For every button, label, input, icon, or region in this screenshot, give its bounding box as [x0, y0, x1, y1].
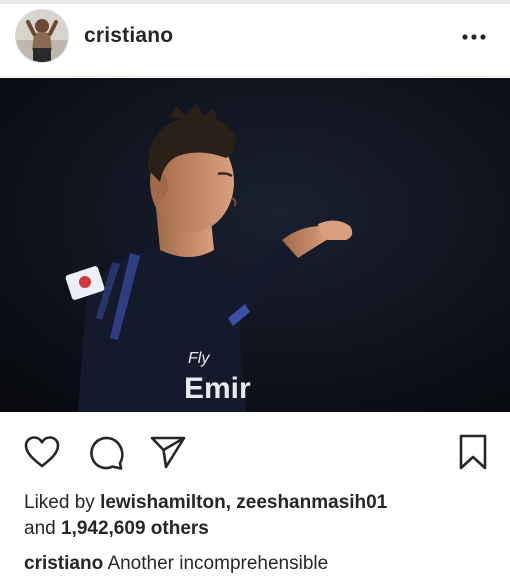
likes-conjunction: and — [24, 518, 56, 539]
caption-username[interactable]: cristiano — [24, 553, 103, 574]
likes-prefix: Liked by — [24, 492, 95, 513]
jersey-sponsor: Emir — [184, 372, 251, 405]
likes-count[interactable]: 1,942,609 others — [61, 518, 209, 539]
share-button[interactable] — [148, 432, 188, 472]
heart-icon — [24, 436, 60, 468]
more-horizontal-icon — [462, 34, 486, 40]
like-button[interactable] — [22, 432, 62, 472]
send-icon — [150, 436, 186, 469]
post-image[interactable]: Fly Emir — [0, 78, 510, 412]
caption-text: Another incomprehensible — [107, 553, 329, 574]
more-options-button[interactable] — [456, 26, 492, 48]
comment-button[interactable] — [86, 432, 126, 472]
profile-photo — [16, 10, 68, 62]
likes-summary: Liked by lewishamilton, zeeshanmasih01 a… — [24, 490, 494, 542]
bookmark-icon — [459, 434, 487, 470]
post-header: cristiano — [0, 4, 510, 74]
action-bar — [0, 420, 510, 480]
post-photo: Fly Emir — [0, 78, 510, 412]
post-username[interactable]: cristiano — [84, 24, 173, 48]
save-button[interactable] — [453, 432, 493, 472]
header-divider — [0, 76, 510, 77]
liked-by-users[interactable]: lewishamilton, zeeshanmasih01 — [100, 492, 387, 513]
comment-icon — [90, 436, 124, 470]
post-caption: cristiano Another incomprehensible — [24, 551, 504, 577]
jersey-sponsor-top: Fly — [188, 350, 210, 367]
avatar[interactable] — [16, 10, 68, 62]
